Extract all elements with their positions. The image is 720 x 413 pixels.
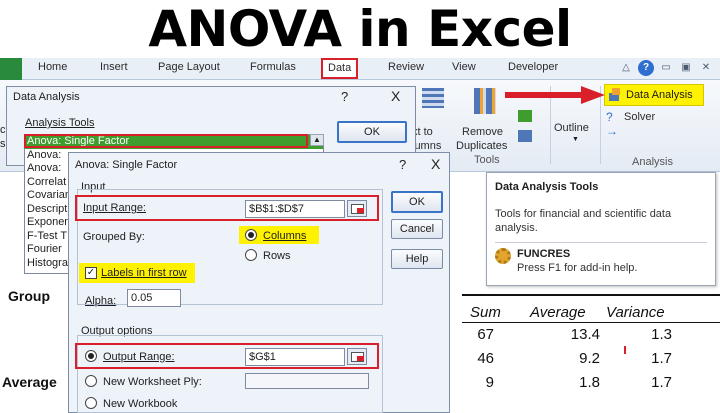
close-icon[interactable]: X xyxy=(391,88,400,104)
new-worksheet-radio[interactable] xyxy=(85,375,97,387)
rows-radio[interactable] xyxy=(245,249,257,261)
analysis-group-label: Analysis xyxy=(632,156,673,168)
tab-developer[interactable]: Developer xyxy=(508,61,558,73)
tools-group-label: Tools xyxy=(474,154,500,166)
tooltip-description: Tools for financial and scientific data … xyxy=(495,208,672,234)
rows-label: Rows xyxy=(263,250,291,262)
input-range-field[interactable]: $B$1:$D$7 xyxy=(245,200,345,218)
row2-average: 9.2 xyxy=(579,350,600,367)
new-worksheet-field[interactable] xyxy=(245,373,369,389)
average-header: Average xyxy=(2,374,57,390)
output-range-collapse-icon[interactable] xyxy=(347,348,367,365)
file-tab[interactable] xyxy=(0,58,22,80)
outline-label: Outline xyxy=(554,122,589,134)
alpha-field[interactable]: 0.05 xyxy=(127,289,181,307)
data-analysis-tooltip: Data Analysis Tools Tools for financial … xyxy=(486,172,716,286)
remove-duplicates-label-1: Remove xyxy=(462,126,503,138)
table-header-rule xyxy=(462,322,720,323)
tab-formulas[interactable]: Formulas xyxy=(250,61,296,73)
group-header: Group xyxy=(8,288,50,304)
anova-help-icon[interactable]: ? xyxy=(399,157,406,172)
text-to-columns-icon xyxy=(422,88,444,108)
output-range-label: Output Range: xyxy=(103,351,175,363)
row1-average: 13.4 xyxy=(570,326,600,343)
tooltip-title: Data Analysis Tools xyxy=(495,181,599,193)
text-to-columns-label-2: lumns xyxy=(412,140,442,152)
remove-duplicates-label-2: Duplicates xyxy=(456,140,508,152)
gear-icon xyxy=(495,248,511,264)
alpha-label: Alpha: xyxy=(85,295,117,307)
ribbon-tab-bar: Home Insert Page Layout Formulas Data Re… xyxy=(0,58,720,80)
data-analysis-icon xyxy=(608,88,622,102)
red-arrow-icon xyxy=(505,86,605,104)
row1-sum: 67 xyxy=(477,326,494,343)
anova-dialog: Anova: Single Factor ? X Input Input Ran… xyxy=(68,152,450,413)
new-worksheet-label: New Worksheet Ply: xyxy=(103,376,202,388)
tooltip-addin-row: FUNCRES Press F1 for add-in help. xyxy=(495,248,707,274)
row2-sum: 46 xyxy=(477,350,494,367)
outline-button[interactable]: Outline ▼ xyxy=(554,100,596,143)
tab-review[interactable]: Review xyxy=(388,61,424,73)
addin-name: FUNCRES xyxy=(517,248,571,260)
help-button[interactable]: Help xyxy=(391,249,443,269)
window-controls: △ ? ▭ ▣ ✕ xyxy=(618,60,714,76)
text-to-columns-button[interactable]: xt to lumns xyxy=(412,86,452,152)
window-restore-icon[interactable]: ▣ xyxy=(678,60,694,76)
labels-checkbox[interactable]: ✓ xyxy=(85,267,97,279)
input-range-label: Input Range: xyxy=(83,202,146,214)
solver-button[interactable]: ?→ Solver xyxy=(606,110,656,138)
window-min-icon[interactable]: ▭ xyxy=(658,60,674,76)
consolidate-icon[interactable] xyxy=(518,130,532,142)
tab-insert[interactable]: Insert xyxy=(100,61,128,73)
columns-label: Columns xyxy=(263,230,307,242)
col-variance-header: Variance xyxy=(606,304,665,321)
data-validation-icon[interactable] xyxy=(518,110,532,122)
row3-variance: 1.7 xyxy=(651,374,672,391)
tab-view[interactable]: View xyxy=(452,61,476,73)
solver-label: Solver xyxy=(624,111,656,123)
cancel-button[interactable]: Cancel xyxy=(391,219,443,239)
dialog-title: Data Analysis xyxy=(13,91,80,103)
scroll-up-icon[interactable]: ▲ xyxy=(310,134,324,146)
anova-dialog-title: Anova: Single Factor xyxy=(75,159,178,171)
row3-sum: 9 xyxy=(485,374,494,391)
ok-button[interactable]: OK xyxy=(391,191,443,213)
data-analysis-label: Data Analysis xyxy=(626,89,693,101)
chevron-down-icon: ▼ xyxy=(572,136,579,143)
grouped-by-label: Grouped By: xyxy=(83,231,145,243)
cursor-mark xyxy=(624,346,626,354)
selected-tool-highlight xyxy=(24,134,308,148)
output-range-radio[interactable] xyxy=(85,350,97,362)
tooltip-divider xyxy=(495,242,707,243)
input-range-collapse-icon[interactable] xyxy=(347,200,367,217)
table-top-rule xyxy=(462,294,720,296)
banner-title: ANOVA in Excel xyxy=(148,0,572,58)
dialog-help-icon[interactable]: ? xyxy=(341,89,348,104)
data-analysis-button[interactable]: Data Analysis xyxy=(604,84,704,106)
tab-home[interactable]: Home xyxy=(38,61,67,73)
row1-variance: 1.3 xyxy=(651,326,672,343)
col-average-header: Average xyxy=(530,304,586,321)
tab-page-layout[interactable]: Page Layout xyxy=(158,61,220,73)
row2-variance: 1.7 xyxy=(651,350,672,367)
analysis-tools-label: Analysis Tools xyxy=(25,117,95,129)
output-range-field[interactable]: $G$1 xyxy=(245,348,345,366)
row3-average: 1.8 xyxy=(579,374,600,391)
columns-radio[interactable] xyxy=(245,229,257,241)
addin-help-text: Press F1 for add-in help. xyxy=(517,262,638,274)
close-icon[interactable]: X xyxy=(431,156,440,172)
window-close-icon[interactable]: ✕ xyxy=(698,60,714,76)
new-workbook-radio[interactable] xyxy=(85,397,97,409)
ok-button[interactable]: OK xyxy=(337,121,407,143)
help-icon[interactable]: ? xyxy=(638,60,654,76)
banner: ANOVA in Excel xyxy=(0,0,720,58)
left-edge-text-2: s xyxy=(0,138,6,150)
new-workbook-label: New Workbook xyxy=(103,398,178,410)
remove-duplicates-icon xyxy=(474,88,496,114)
col-sum-header: Sum xyxy=(470,304,501,321)
labels-first-row-label: Labels in first row xyxy=(101,267,187,279)
tab-data[interactable]: Data xyxy=(321,58,359,79)
solver-icon: ?→ xyxy=(606,110,618,138)
minimize-ribbon-icon[interactable]: △ xyxy=(618,60,634,76)
